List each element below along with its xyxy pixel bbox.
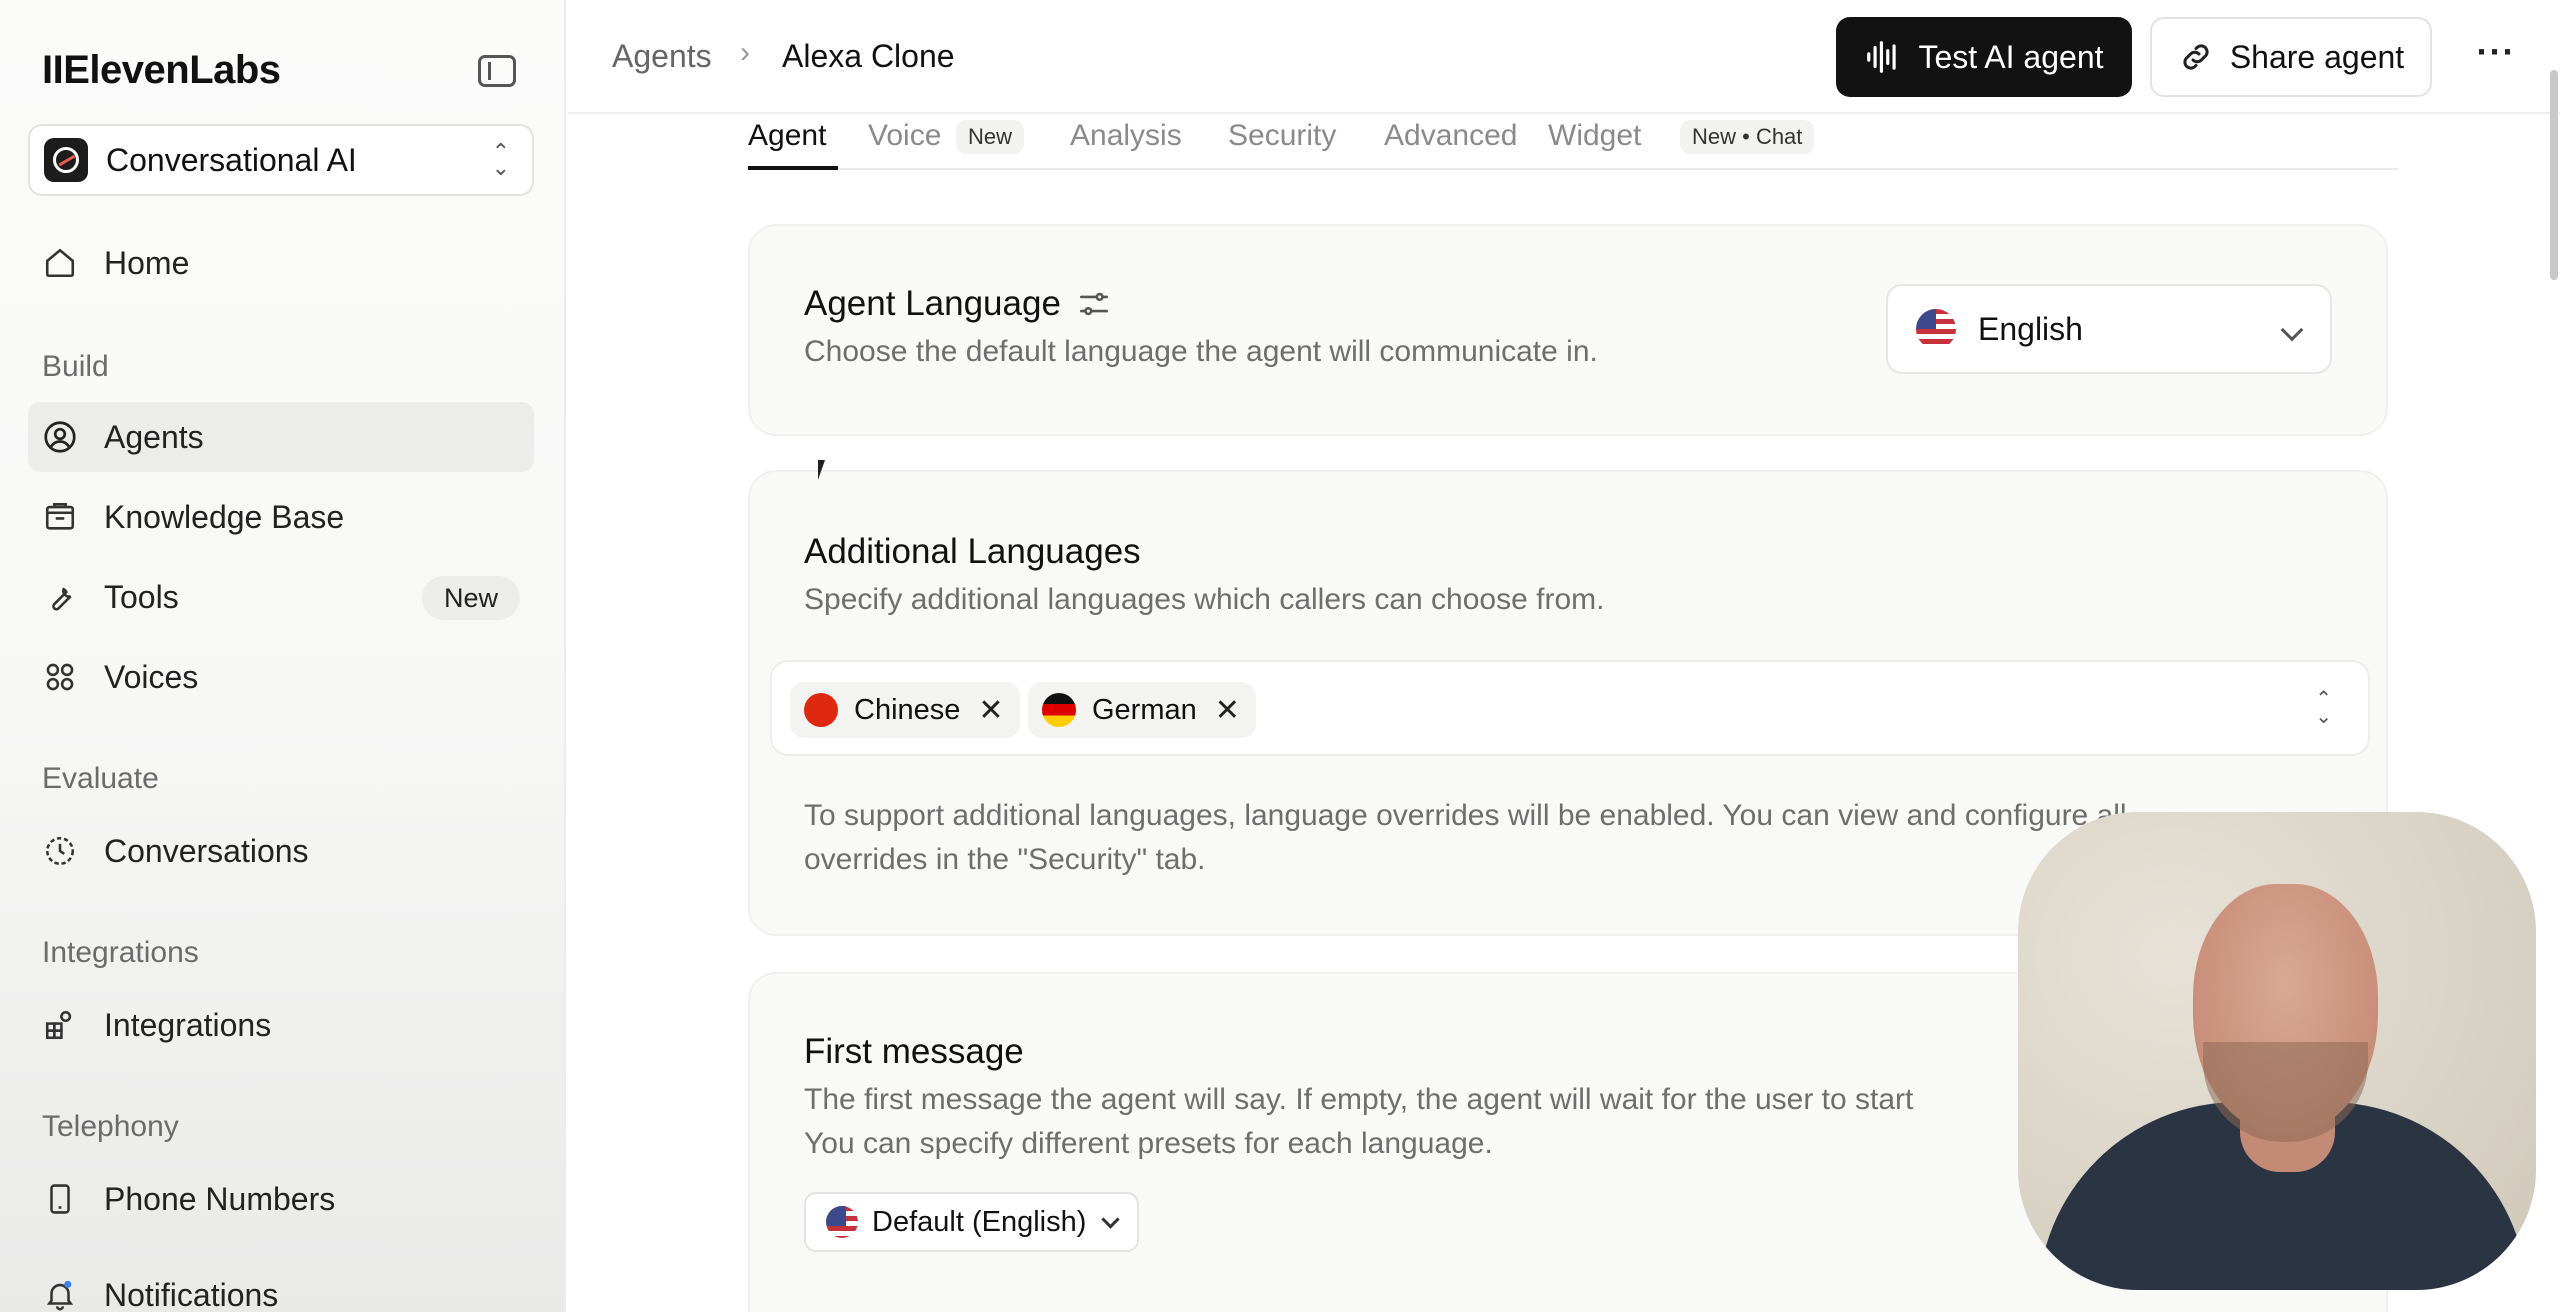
- section-label-build: Build: [42, 350, 109, 383]
- share-agent-button[interactable]: Share agent: [2150, 17, 2432, 97]
- sidebar-item-label: Integrations: [104, 1006, 272, 1043]
- sidebar-item-label: Tools: [104, 578, 179, 615]
- section-label-integrations: Integrations: [42, 936, 199, 969]
- note-line: To support additional languages, languag…: [804, 799, 2127, 832]
- sidebar-item-label: Phone Numbers: [104, 1180, 336, 1217]
- workspace-logo-icon: [44, 138, 88, 182]
- preset-label: Default (English): [872, 1205, 1087, 1238]
- sidebar-item-tools[interactable]: Tools New: [28, 562, 534, 632]
- workspace-label: Conversational AI: [106, 141, 357, 178]
- history-icon: [42, 833, 78, 869]
- sidebar-item-voices[interactable]: Voices: [28, 642, 534, 712]
- more-options-icon[interactable]: ···: [2472, 32, 2520, 80]
- chevron-updown-icon: ⌃ ⌄: [2315, 688, 2332, 728]
- voice-new-badge: New: [956, 120, 1025, 154]
- chevron-updown-icon: ⌃ ⌄: [491, 139, 510, 180]
- top-header: Agents › Alexa Clone Test AI agent Share…: [568, 0, 2560, 114]
- additional-languages-multiselect[interactable]: Chinese ✕ German ✕ ⌃ ⌄: [770, 660, 2370, 756]
- home-icon: [42, 245, 78, 281]
- agent-language-description: Choose the default language the agent wi…: [804, 335, 1598, 368]
- agent-tabs: Agent Voice New Analysis Security Advanc…: [748, 114, 2398, 170]
- test-ai-agent-label: Test AI agent: [1918, 38, 2104, 75]
- language-chip-chinese: Chinese ✕: [790, 682, 1020, 738]
- remove-chip-icon[interactable]: ✕: [978, 693, 1003, 728]
- tab-security[interactable]: Security: [1228, 121, 1336, 151]
- sidebar-item-agents[interactable]: Agents: [28, 402, 534, 472]
- sidebar-item-knowledge-base[interactable]: Knowledge Base: [28, 482, 534, 552]
- user-circle-icon: [42, 419, 78, 455]
- sidebar-item-notifications[interactable]: Notifications: [28, 1260, 534, 1312]
- additional-languages-description: Specify additional languages which calle…: [804, 583, 1605, 616]
- agent-language-card: Agent Language Choose the default langua…: [748, 224, 2388, 436]
- agent-language-value: English: [1978, 310, 2083, 347]
- tab-voice[interactable]: Voice: [868, 121, 941, 151]
- scrollbar[interactable]: [2550, 70, 2558, 280]
- section-label-telephony: Telephony: [42, 1110, 179, 1143]
- sidebar-item-label: Agents: [104, 418, 204, 455]
- us-flag-icon: [826, 1206, 858, 1238]
- mouse-cursor-icon: [818, 460, 832, 480]
- sidebar: IIElevenLabs Conversational AI ⌃ ⌄ Home B…: [0, 0, 566, 1312]
- share-agent-label: Share agent: [2229, 38, 2405, 75]
- new-badge: New: [421, 576, 520, 620]
- chevron-down-icon: [2280, 318, 2304, 342]
- test-ai-agent-button[interactable]: Test AI agent: [1836, 17, 2132, 97]
- note-line: overrides in the "Security" tab.: [804, 843, 1206, 876]
- webcam-overlay: [2018, 812, 2536, 1290]
- description-line: You can specify different presets for ea…: [804, 1127, 1493, 1160]
- first-message-title: First message: [804, 1032, 1024, 1071]
- sidebar-item-home[interactable]: Home: [28, 228, 534, 298]
- sidebar-item-phone-numbers[interactable]: Phone Numbers: [28, 1164, 534, 1234]
- wrench-icon: [42, 579, 78, 615]
- tab-widget[interactable]: Widget: [1548, 121, 1641, 151]
- sidebar-item-label: Conversations: [104, 832, 309, 869]
- chevron-down-icon: [1101, 1209, 1121, 1229]
- additional-languages-title: Additional Languages: [804, 532, 1141, 571]
- germany-flag-icon: [1042, 693, 1076, 727]
- chip-label: Chinese: [854, 693, 961, 726]
- sidebar-item-integrations[interactable]: Integrations: [28, 990, 534, 1060]
- agent-language-title: Agent Language: [804, 284, 1061, 323]
- bell-icon: [42, 1277, 78, 1312]
- section-label-evaluate: Evaluate: [42, 762, 159, 795]
- first-message-description: The first message the agent will say. If…: [804, 1078, 1913, 1166]
- widget-new-chat-badge: New • Chat: [1680, 120, 1815, 154]
- tab-agent[interactable]: Agent: [748, 121, 826, 151]
- tab-advanced[interactable]: Advanced: [1384, 121, 1517, 151]
- agent-language-select[interactable]: English: [1886, 284, 2332, 374]
- waveform-icon: [1864, 38, 1902, 76]
- agent-language-title-row: Agent Language: [804, 284, 1111, 324]
- brand-logo[interactable]: IIElevenLabs: [42, 48, 281, 93]
- language-chip-german: German ✕: [1028, 682, 1256, 738]
- description-line: The first message the agent will say. If…: [804, 1083, 1914, 1116]
- additional-languages-note: To support additional languages, languag…: [804, 794, 2127, 882]
- breadcrumb-current: Alexa Clone: [782, 38, 955, 74]
- sidebar-collapse-icon[interactable]: [478, 55, 516, 87]
- breadcrumb-separator-icon: ›: [740, 36, 750, 69]
- integrations-icon: [42, 1007, 78, 1043]
- folder-icon: [42, 499, 78, 535]
- remove-chip-icon[interactable]: ✕: [1215, 693, 1240, 728]
- voices-grid-icon: [42, 659, 78, 695]
- language-preset-select[interactable]: Default (English): [804, 1192, 1140, 1252]
- us-flag-icon: [1916, 309, 1956, 349]
- sidebar-item-label: Notifications: [104, 1276, 279, 1312]
- sidebar-item-label: Knowledge Base: [104, 498, 345, 535]
- china-flag-icon: [804, 693, 838, 727]
- chip-label: German: [1092, 693, 1197, 726]
- settings-sliders-icon[interactable]: [1077, 287, 1111, 321]
- sidebar-item-label: Voices: [104, 658, 199, 695]
- sidebar-item-conversations[interactable]: Conversations: [28, 816, 534, 886]
- workspace-switcher[interactable]: Conversational AI ⌃ ⌄: [28, 124, 534, 196]
- link-icon: [2178, 39, 2214, 75]
- sidebar-item-label: Home: [104, 244, 190, 281]
- phone-icon: [42, 1181, 78, 1217]
- active-tab-indicator: [748, 166, 838, 170]
- tab-analysis[interactable]: Analysis: [1070, 121, 1182, 151]
- breadcrumb-agents[interactable]: Agents: [612, 38, 712, 75]
